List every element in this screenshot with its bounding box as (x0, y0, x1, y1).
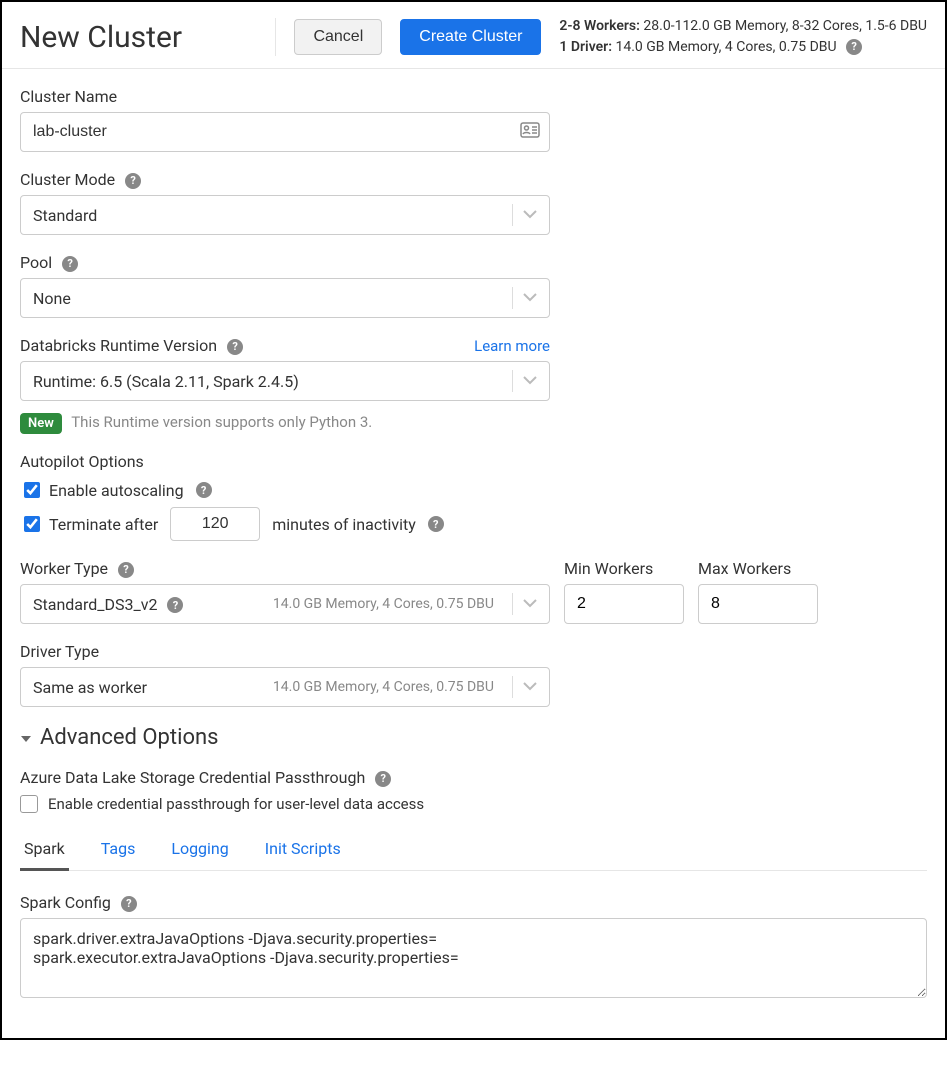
driver-type-select[interactable]: Same as worker 14.0 GB Memory, 4 Cores, … (20, 667, 550, 707)
help-icon[interactable]: ? (375, 771, 391, 787)
chevron-down-icon (523, 207, 537, 223)
help-icon[interactable]: ? (167, 597, 183, 613)
help-icon[interactable]: ? (62, 256, 78, 272)
runtime-select[interactable]: Runtime: 6.5 (Scala 2.11, Spark 2.4.5) (20, 361, 550, 401)
tab-init-scripts[interactable]: Init Scripts (261, 831, 345, 871)
min-workers-input[interactable] (564, 584, 684, 624)
chevron-down-icon (523, 679, 537, 695)
chevron-down-icon (523, 596, 537, 612)
summary-driver-label: 1 Driver: (559, 39, 612, 55)
help-icon[interactable]: ? (227, 339, 243, 355)
contact-card-icon (520, 122, 540, 142)
chevron-down-icon (523, 373, 537, 389)
cluster-mode-label: Cluster Mode ? (20, 170, 550, 189)
cluster-mode-select[interactable]: Standard (20, 195, 550, 235)
tab-logging[interactable]: Logging (167, 831, 232, 871)
terminate-suffix: minutes of inactivity (272, 515, 416, 534)
terminate-after-checkbox[interactable] (24, 516, 40, 532)
driver-type-info: 14.0 GB Memory, 4 Cores, 0.75 DBU (273, 679, 494, 695)
spark-config-label: Spark Config ? (20, 893, 927, 912)
cluster-name-input[interactable] (20, 112, 550, 152)
terminate-prefix: Terminate after (49, 515, 158, 534)
new-badge: New (20, 413, 62, 434)
worker-type-label: Worker Type ? (20, 559, 550, 578)
adls-passthrough-checkbox-label: Enable credential passthrough for user-l… (48, 795, 424, 813)
divider (275, 18, 276, 56)
summary-workers-detail: 28.0-112.0 GB Memory, 8-32 Cores, 1.5-6 … (643, 18, 927, 34)
runtime-learn-more-link[interactable]: Learn more (474, 337, 550, 355)
terminate-minutes-input[interactable] (170, 507, 260, 541)
worker-type-info: 14.0 GB Memory, 4 Cores, 0.75 DBU (273, 596, 494, 612)
cluster-summary: 2-8 Workers: 28.0-112.0 GB Memory, 8-32 … (559, 16, 927, 58)
advanced-options-toggle[interactable]: Advanced Options (20, 725, 927, 750)
driver-type-label: Driver Type (20, 642, 550, 661)
tab-spark[interactable]: Spark (20, 831, 69, 871)
max-workers-input[interactable] (698, 584, 818, 624)
page-title: New Cluster (20, 20, 182, 55)
cancel-button[interactable]: Cancel (294, 19, 382, 55)
spark-config-textarea[interactable]: spark.driver.extraJavaOptions -Djava.sec… (20, 918, 927, 998)
min-workers-label: Min Workers (564, 559, 684, 578)
advanced-tabs: Spark Tags Logging Init Scripts (20, 831, 927, 871)
autopilot-title: Autopilot Options (20, 452, 550, 471)
pool-select[interactable]: None (20, 278, 550, 318)
caret-down-icon (20, 725, 32, 750)
cluster-name-label: Cluster Name (20, 87, 550, 106)
enable-autoscaling-checkbox[interactable] (24, 482, 40, 498)
max-workers-label: Max Workers (698, 559, 818, 578)
adls-passthrough-checkbox[interactable] (20, 795, 38, 813)
help-icon[interactable]: ? (428, 516, 444, 532)
summary-workers-label: 2-8 Workers: (559, 18, 640, 34)
runtime-note: This Runtime version supports only Pytho… (71, 413, 372, 431)
runtime-label: Databricks Runtime Version ? (20, 336, 243, 355)
create-cluster-button[interactable]: Create Cluster (400, 19, 541, 55)
help-icon[interactable]: ? (118, 562, 134, 578)
help-icon[interactable]: ? (196, 482, 212, 498)
summary-driver-detail: 14.0 GB Memory, 4 Cores, 0.75 DBU (616, 39, 837, 55)
advanced-options-title: Advanced Options (40, 725, 219, 750)
tab-tags[interactable]: Tags (97, 831, 140, 871)
page-header: New Cluster Cancel Create Cluster 2-8 Wo… (2, 2, 945, 69)
chevron-down-icon (523, 290, 537, 306)
pool-label: Pool ? (20, 253, 550, 272)
adls-passthrough-label: Azure Data Lake Storage Credential Passt… (20, 768, 927, 787)
enable-autoscaling-label: Enable autoscaling (49, 481, 184, 500)
help-icon[interactable]: ? (846, 39, 862, 55)
help-icon[interactable]: ? (125, 173, 141, 189)
help-icon[interactable]: ? (121, 896, 137, 912)
worker-type-select[interactable]: Standard_DS3_v2 ? 14.0 GB Memory, 4 Core… (20, 584, 550, 624)
